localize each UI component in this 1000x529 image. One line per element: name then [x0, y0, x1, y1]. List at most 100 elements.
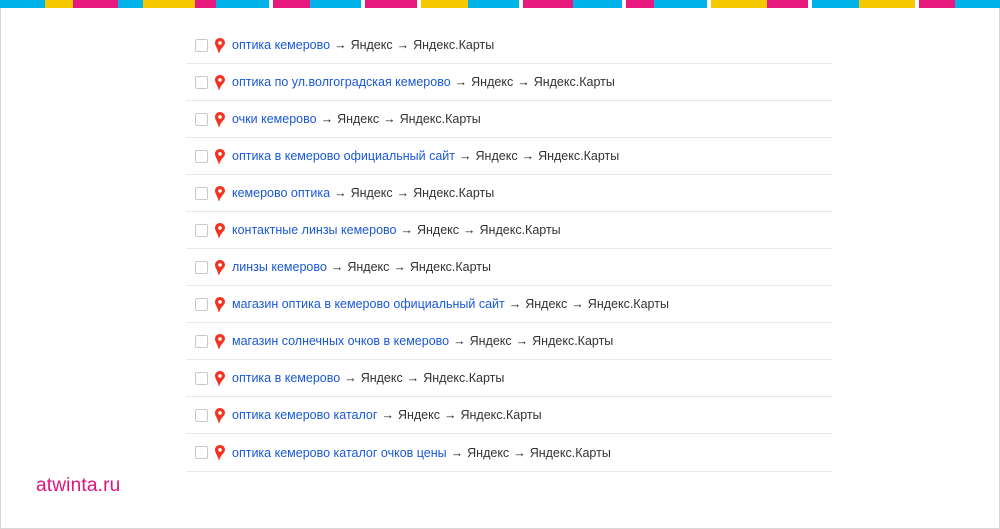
arrow-separator: →: [400, 223, 413, 237]
result-text: оптика по ул.волгоградская кемерово → Янде…: [232, 75, 615, 89]
service-label: Яндекс.Карты: [409, 260, 492, 274]
checkbox-icon[interactable]: [195, 186, 208, 200]
service-label: Яндекс.Карты: [460, 408, 542, 422]
source-label: Яндекс: [475, 149, 518, 163]
query-link[interactable]: линзы кемерово: [232, 260, 327, 274]
result-text: очки кемерово → Яндекс → Яндекс.Карты: [232, 112, 481, 126]
query-link[interactable]: контактные линзы кемерово: [232, 223, 396, 237]
checkbox-icon[interactable]: [195, 297, 208, 311]
arrow-separator: →: [508, 297, 522, 311]
arrow-separator: →: [334, 38, 347, 52]
list-item: оптика по ул.волгоградская кемерово → Янде…: [186, 64, 832, 101]
arrow-separator: →: [334, 186, 347, 200]
checkbox-icon[interactable]: [195, 408, 208, 422]
arrow-separator: →: [344, 371, 357, 385]
location-pin-icon: [215, 37, 225, 53]
checkbox-icon[interactable]: [195, 260, 208, 274]
arrow-separator: →: [454, 75, 468, 89]
arrow-separator: →: [320, 112, 334, 126]
query-link[interactable]: очки кемерово: [232, 112, 317, 126]
result-text: контактные линзы кемерово → Яндекс → Яндекс.…: [232, 223, 561, 237]
list-item: очки кемерово → Яндекс → Яндекс.Карты: [186, 101, 832, 138]
location-pin-icon: [215, 222, 225, 238]
result-text: оптика кемерово каталог очков цены → Яндек…: [232, 446, 611, 460]
source-label: Яндекс: [337, 112, 380, 126]
checkbox-icon[interactable]: [195, 446, 208, 459]
result-text: магазин солнечных очков в кемерово → Яндек…: [232, 334, 613, 348]
arrow-separator: →: [393, 260, 406, 274]
service-label: Яндекс.Карты: [538, 149, 620, 163]
result-text: кемерово оптика → Яндекс → Яндекс.Карты: [232, 186, 494, 200]
service-label: Яндекс.Карты: [413, 38, 495, 52]
arrow-separator: →: [571, 297, 584, 311]
source-label: Яндекс: [471, 75, 514, 89]
list-item: магазин оптика в кемерово официальный са…: [186, 286, 832, 323]
arrow-separator: →: [459, 149, 472, 163]
source-label: Яндекс: [469, 334, 512, 348]
service-label: Яндекс.Карты: [479, 223, 561, 237]
top-color-stripe: [0, 0, 1000, 8]
arrow-separator: →: [443, 408, 457, 422]
checkbox-icon[interactable]: [195, 38, 208, 52]
arrow-separator: →: [517, 75, 530, 89]
list-item: магазин солнечных очков в кемерово → Яндек…: [186, 323, 832, 360]
arrow-separator: →: [453, 334, 466, 348]
query-link[interactable]: оптика в кемерово: [232, 371, 340, 385]
list-item: оптика кемерово → Яндекс → Яндекс.Карты: [186, 27, 832, 64]
location-pin-icon: [215, 445, 225, 460]
source-label: Яндекс: [350, 38, 393, 52]
arrow-separator: →: [515, 334, 529, 348]
location-pin-icon: [215, 148, 225, 164]
search-results-list: оптика кемерово → Яндекс → Яндекс.Карты опти…: [186, 27, 832, 472]
arrow-separator: →: [513, 445, 526, 460]
service-label: Яндекс.Карты: [423, 371, 505, 385]
arrow-separator: →: [330, 260, 344, 274]
checkbox-icon[interactable]: [195, 112, 208, 126]
source-label: Яндекс: [347, 260, 390, 274]
location-pin-icon: [215, 111, 225, 127]
list-item: оптика в кемерово → Яндекс → Яндекс.Карты: [186, 360, 832, 397]
result-text: оптика кемерово каталог → Яндекс → Яндекс.Ка…: [232, 408, 542, 422]
location-pin-icon: [215, 407, 225, 423]
arrow-separator: →: [396, 38, 410, 52]
query-link[interactable]: магазин оптика в кемерово официальный са…: [232, 297, 505, 311]
query-link[interactable]: оптика кемерово каталог: [232, 408, 377, 422]
source-label: Яндекс: [416, 223, 460, 237]
brand-watermark: atwinta.ru: [36, 475, 121, 496]
location-pin-icon: [215, 333, 225, 349]
service-label: Яндекс.Карты: [399, 112, 481, 126]
result-text: магазин оптика в кемерово официальный са…: [232, 297, 669, 311]
service-label: Яндекс.Карты: [533, 75, 615, 89]
query-link[interactable]: оптика кемерово каталог очков цены: [232, 446, 447, 460]
location-pin-icon: [215, 296, 225, 312]
list-item: кемерово оптика → Яндекс → Яндекс.Карты: [186, 175, 832, 212]
list-item: оптика в кемерово официальный сайт → Яндек…: [186, 138, 832, 175]
query-link[interactable]: оптика по ул.волгоградская кемерово: [232, 75, 451, 89]
source-label: Яндекс: [397, 408, 440, 422]
service-label: Яндекс.Карты: [587, 297, 669, 311]
arrow-separator: →: [383, 112, 396, 126]
result-text: оптика кемерово → Яндекс → Яндекс.Карты: [232, 38, 494, 52]
location-pin-icon: [215, 259, 225, 275]
checkbox-icon[interactable]: [195, 75, 208, 89]
query-link[interactable]: оптика кемерово: [232, 38, 330, 52]
list-item: оптика кемерово каталог очков цены → Яндек…: [186, 434, 832, 472]
source-label: Яндекс: [350, 186, 393, 200]
result-text: оптика в кемерово → Яндекс → Яндекс.Карты: [232, 371, 504, 385]
arrow-separator: →: [521, 149, 535, 163]
query-link[interactable]: оптика в кемерово официальный сайт: [232, 149, 455, 163]
query-link[interactable]: кемерово оптика: [232, 186, 330, 200]
checkbox-icon[interactable]: [195, 334, 208, 348]
source-label: Яндекс: [467, 445, 510, 460]
location-pin-icon: [215, 185, 225, 201]
service-label: Яндекс.Карты: [413, 186, 495, 200]
checkbox-icon[interactable]: [195, 223, 208, 237]
arrow-separator: →: [396, 186, 410, 200]
arrow-separator: →: [406, 371, 420, 385]
checkbox-icon[interactable]: [195, 371, 208, 385]
query-link[interactable]: магазин солнечных очков в кемерово: [232, 334, 449, 348]
result-text: линзы кемерово → Яндекс → Яндекс.Карты: [232, 260, 491, 274]
list-item: линзы кемерово → Яндекс → Яндекс.Карты: [186, 249, 832, 286]
checkbox-icon[interactable]: [195, 149, 208, 163]
service-label: Яндекс.Карты: [529, 445, 611, 460]
